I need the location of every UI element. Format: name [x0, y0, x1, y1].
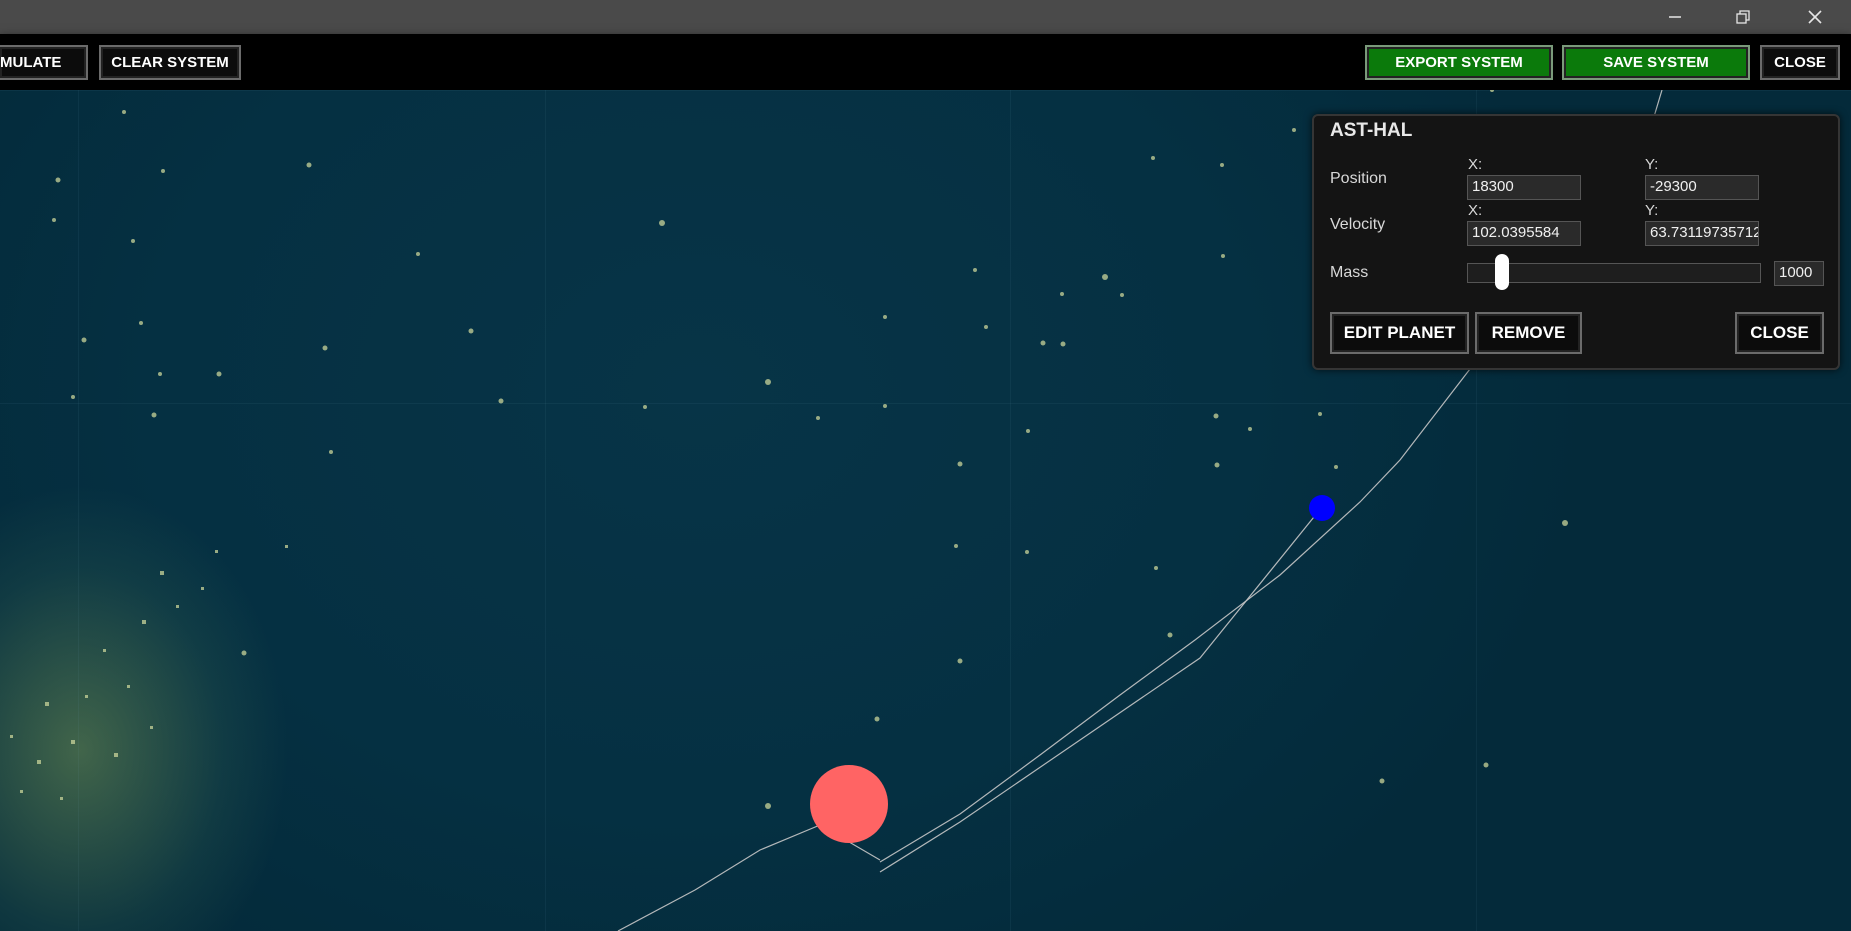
minimize-button[interactable]	[1640, 0, 1710, 34]
edit-planet-button[interactable]: EDIT PLANET	[1330, 312, 1469, 354]
window-title-bar	[0, 0, 1851, 34]
position-x-input[interactable]: 18300	[1467, 175, 1581, 200]
position-label: Position	[1330, 170, 1387, 187]
velocity-x-label: X:	[1468, 202, 1483, 219]
minimize-icon	[1669, 16, 1681, 18]
planet-body[interactable]	[1309, 495, 1335, 521]
mass-slider-thumb[interactable]	[1495, 254, 1509, 290]
velocity-y-label: Y:	[1645, 202, 1659, 219]
remove-button[interactable]: REMOVE	[1475, 312, 1582, 354]
panel-title: AST-HAL	[1330, 120, 1413, 141]
position-y-label: Y:	[1645, 156, 1659, 173]
planet-orbit-trail	[879, 506, 1323, 873]
velocity-label: Velocity	[1330, 216, 1386, 233]
panel-close-label: CLOSE	[1750, 323, 1809, 342]
simulate-button[interactable]: MULATE	[0, 45, 88, 80]
window-close-button[interactable]	[1780, 0, 1850, 34]
edit-planet-label: EDIT PLANET	[1343, 323, 1456, 342]
clear-system-button[interactable]: CLEAR SYSTEM	[99, 45, 241, 80]
save-system-button[interactable]: SAVE SYSTEM	[1562, 45, 1750, 80]
save-system-label: SAVE SYSTEM	[1603, 54, 1709, 71]
close-icon	[1808, 10, 1822, 24]
mass-slider-track[interactable]	[1467, 263, 1761, 283]
position-y-input[interactable]: -29300	[1645, 175, 1759, 200]
export-system-label: EXPORT SYSTEM	[1395, 54, 1523, 71]
toolbar-close-label: CLOSE	[1774, 54, 1826, 71]
mass-input[interactable]: 1000	[1774, 261, 1824, 286]
mass-label: Mass	[1330, 264, 1369, 281]
velocity-y-input[interactable]: 63.73119735712	[1645, 221, 1759, 246]
clear-system-label: CLEAR SYSTEM	[111, 54, 229, 71]
remove-label: REMOVE	[1491, 323, 1566, 342]
simulate-label: MULATE	[0, 54, 62, 71]
star-body[interactable]	[810, 765, 888, 843]
export-system-button[interactable]: EXPORT SYSTEM	[1365, 45, 1553, 80]
toolbar-close-button[interactable]: CLOSE	[1760, 45, 1840, 80]
velocity-x-input[interactable]: 102.0395584	[1467, 221, 1581, 246]
restore-icon	[1736, 10, 1750, 24]
panel-close-button[interactable]: CLOSE	[1735, 312, 1824, 354]
position-x-label: X:	[1468, 156, 1483, 173]
restore-button[interactable]	[1708, 0, 1778, 34]
